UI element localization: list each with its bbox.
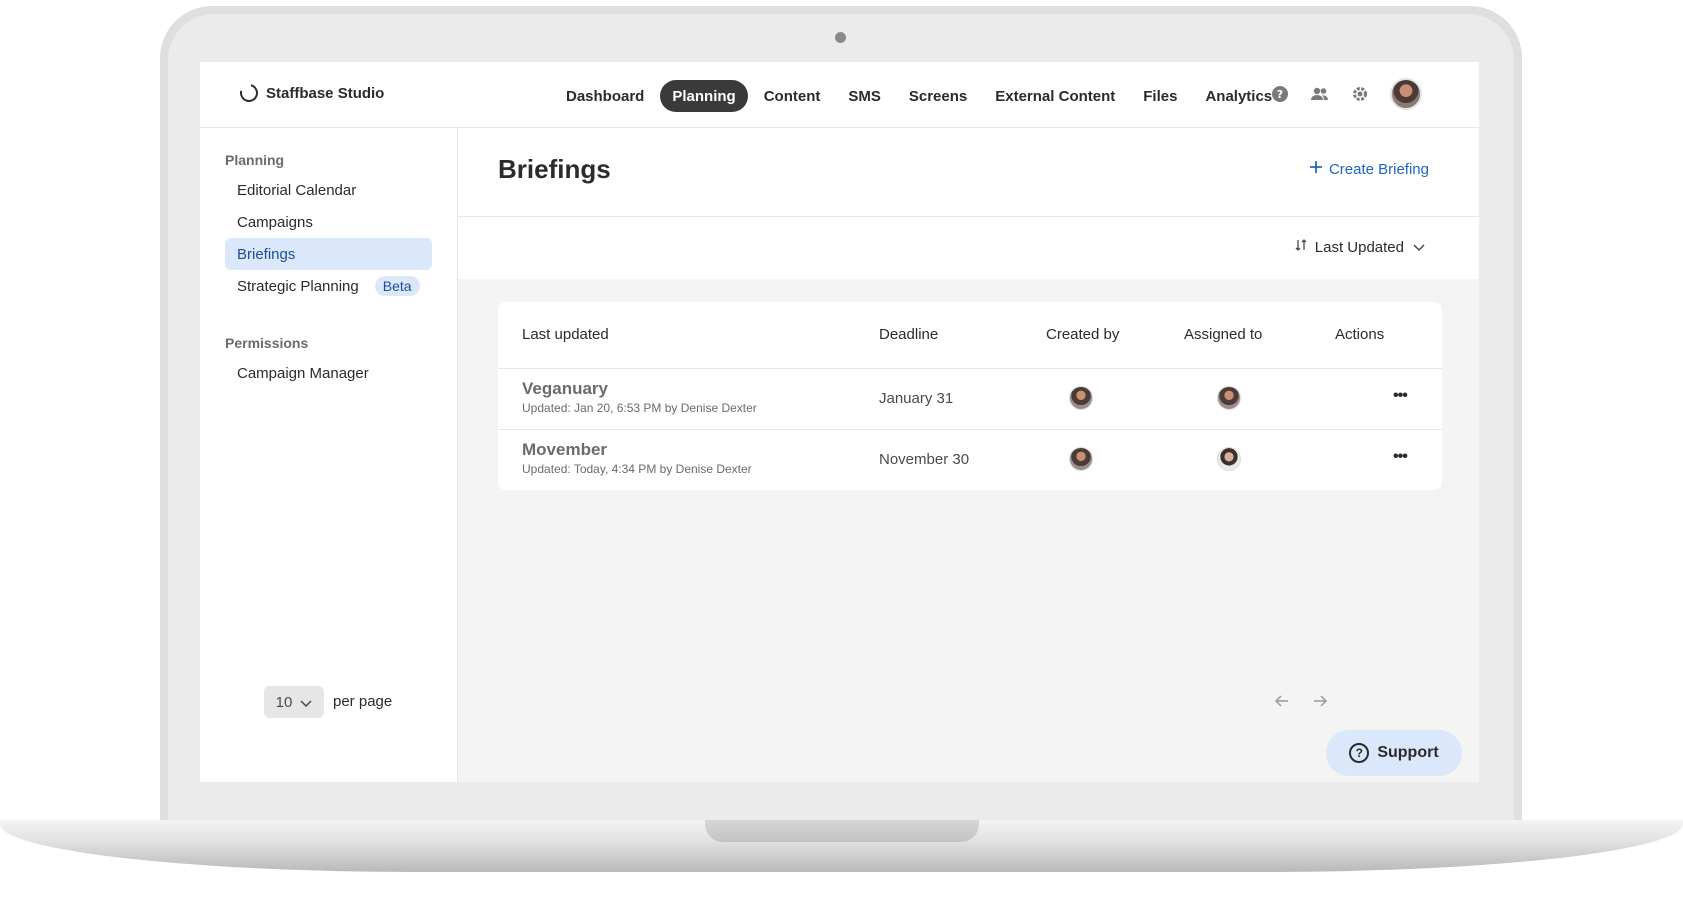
gear-icon[interactable] bbox=[1350, 84, 1370, 104]
briefing-deadline: November 30 bbox=[879, 451, 970, 468]
brand-name: Staffbase Studio bbox=[266, 84, 385, 102]
nav-content[interactable]: Content bbox=[752, 80, 833, 112]
sidebar-item-label: Editorial Calendar bbox=[237, 181, 357, 199]
sort-label: Last Updated bbox=[1314, 238, 1404, 256]
per-page-select[interactable]: 10 bbox=[264, 686, 324, 718]
user-avatar[interactable] bbox=[1390, 78, 1422, 110]
brand[interactable]: Staffbase Studio bbox=[236, 80, 385, 106]
per-page-value: 10 bbox=[275, 693, 293, 711]
table-row[interactable]: Movember Updated: Today, 4:34 PM by Deni… bbox=[498, 429, 1442, 490]
app-screen: Staffbase Studio Dashboard Planning Cont… bbox=[200, 62, 1479, 782]
chevron-down-icon bbox=[1412, 239, 1426, 256]
created-by-avatar bbox=[1069, 447, 1093, 471]
page-title: Briefings bbox=[498, 154, 611, 184]
briefing-deadline: January 31 bbox=[879, 390, 954, 407]
briefing-title[interactable]: Movember bbox=[522, 440, 607, 460]
more-actions-button[interactable]: ••• bbox=[1393, 387, 1408, 405]
main-nav: Dashboard Planning Content SMS Screens E… bbox=[554, 80, 1284, 112]
briefing-title[interactable]: Veganuary bbox=[522, 379, 608, 399]
sidebar-item-campaigns[interactable]: Campaigns bbox=[225, 206, 432, 238]
column-header-created-by[interactable]: Created by bbox=[1046, 326, 1119, 343]
main-header: Briefings Create Briefing Last Updated bbox=[458, 128, 1479, 279]
pagination bbox=[1274, 692, 1328, 713]
column-header-actions: Actions bbox=[1335, 326, 1385, 343]
per-page-label: per page bbox=[333, 693, 393, 710]
question-icon: ? bbox=[1349, 743, 1370, 763]
table-row[interactable]: Veganuary Updated: Jan 20, 6:53 PM by De… bbox=[498, 368, 1442, 429]
plus-icon bbox=[1309, 160, 1323, 178]
briefing-updated: Updated: Today, 4:34 PM by Denise Dexter bbox=[522, 462, 752, 476]
svg-text:?: ? bbox=[1277, 88, 1283, 101]
beta-badge: Beta bbox=[374, 276, 420, 296]
column-header-assigned-to[interactable]: Assigned to bbox=[1184, 326, 1262, 343]
nav-files[interactable]: Files bbox=[1131, 80, 1189, 112]
sidebar-item-editorial-calendar[interactable]: Editorial Calendar bbox=[225, 174, 432, 206]
sidebar-item-label: Campaign Manager bbox=[237, 364, 369, 382]
briefings-table: Last updated Deadline Created by Assigne… bbox=[498, 302, 1442, 490]
sort-dropdown[interactable]: Last Updated bbox=[1295, 238, 1426, 256]
sidebar-item-briefings[interactable]: Briefings bbox=[225, 238, 432, 270]
camera-dot bbox=[835, 32, 846, 43]
next-page-arrow-icon[interactable] bbox=[1312, 692, 1328, 713]
nav-external-content[interactable]: External Content bbox=[983, 80, 1127, 112]
help-icon[interactable]: ? bbox=[1270, 84, 1290, 104]
chevron-down-icon bbox=[300, 694, 312, 711]
people-icon[interactable] bbox=[1310, 84, 1330, 104]
support-button[interactable]: ? Support bbox=[1326, 730, 1462, 776]
top-icons: ? bbox=[1270, 78, 1422, 110]
create-briefing-button[interactable]: Create Briefing bbox=[1309, 160, 1429, 178]
sidebar-item-strategic-planning[interactable]: Strategic Planning Beta bbox=[225, 270, 432, 302]
assigned-to-avatar bbox=[1217, 386, 1241, 410]
sidebar-heading-planning: Planning bbox=[225, 152, 285, 168]
sort-icon bbox=[1295, 238, 1307, 256]
divider bbox=[458, 216, 1479, 217]
briefing-updated: Updated: Jan 20, 6:53 PM by Denise Dexte… bbox=[522, 401, 757, 415]
nav-sms[interactable]: SMS bbox=[836, 80, 893, 112]
sidebar-heading-permissions: Permissions bbox=[225, 335, 309, 351]
created-by-avatar bbox=[1069, 386, 1093, 410]
column-header-deadline[interactable]: Deadline bbox=[879, 326, 938, 343]
laptop-notch bbox=[705, 820, 979, 842]
assigned-to-avatar bbox=[1217, 447, 1241, 471]
sidebar: Planning Editorial Calendar Campaigns Br… bbox=[200, 128, 458, 782]
support-label: Support bbox=[1377, 744, 1439, 761]
nav-screens[interactable]: Screens bbox=[897, 80, 979, 112]
staffbase-logo-icon bbox=[236, 80, 262, 106]
sidebar-item-label: Campaigns bbox=[237, 213, 313, 231]
top-navigation-bar: Staffbase Studio Dashboard Planning Cont… bbox=[200, 62, 1479, 128]
create-briefing-label: Create Briefing bbox=[1328, 160, 1429, 178]
previous-page-arrow-icon[interactable] bbox=[1274, 692, 1290, 713]
sidebar-item-label: Briefings bbox=[237, 245, 296, 263]
sidebar-item-campaign-manager[interactable]: Campaign Manager bbox=[225, 357, 432, 389]
nav-planning[interactable]: Planning bbox=[660, 80, 748, 112]
sidebar-item-label: Strategic Planning bbox=[237, 277, 359, 295]
column-header-last-updated[interactable]: Last updated bbox=[522, 326, 609, 343]
more-actions-button[interactable]: ••• bbox=[1393, 448, 1408, 466]
main-content: Briefings Create Briefing Last Updated L… bbox=[458, 128, 1479, 782]
nav-dashboard[interactable]: Dashboard bbox=[554, 80, 656, 112]
